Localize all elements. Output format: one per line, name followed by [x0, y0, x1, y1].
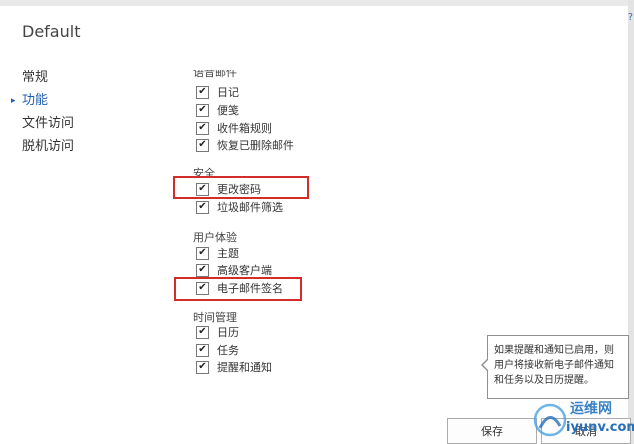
checkbox-row-recover-deleted[interactable]: ✔ 恢复已删除邮件	[196, 137, 294, 153]
checkbox[interactable]: ✔	[196, 325, 209, 339]
help-icon[interactable]: ?	[628, 12, 633, 23]
checkbox[interactable]: ✔	[196, 360, 209, 374]
check-icon: ✔	[198, 361, 207, 372]
checkbox[interactable]: ✔	[196, 85, 209, 99]
checkbox-label: 任务	[217, 344, 239, 357]
check-icon: ✔	[198, 139, 207, 150]
watermark-name: 运维网	[570, 401, 612, 417]
clipped-section-heading: 语音邮件	[193, 70, 237, 78]
checkbox[interactable]: ✔	[196, 246, 209, 260]
check-icon: ✔	[198, 247, 207, 258]
nav-item-general[interactable]: 常规	[22, 68, 74, 91]
checkbox-label: 便笺	[217, 104, 239, 117]
check-icon: ✔	[198, 104, 207, 115]
checkbox-row-tasks[interactable]: ✔ 任务	[196, 342, 239, 358]
tooltip-text: 如果提醒和通知已启用，则用户将接收新电子邮件通知和任务以及日历提醒。	[494, 345, 614, 386]
checkbox-row-premium-client[interactable]: ✔ 高级客户端	[196, 262, 272, 278]
checkbox-label: 收件箱规则	[217, 122, 272, 135]
info-tooltip: 如果提醒和通知已启用，则用户将接收新电子邮件通知和任务以及日历提醒。	[481, 335, 629, 399]
nav-item-label: 脱机访问	[22, 139, 75, 154]
highlight-box	[174, 277, 302, 301]
page-title: Default	[22, 22, 81, 41]
checkbox[interactable]: ✔	[196, 121, 209, 135]
left-nav: 常规 ▸ 功能 文件访问 脱机访问	[11, 68, 74, 160]
checkbox-row-notes[interactable]: ✔ 便笺	[196, 102, 239, 118]
checkbox[interactable]: ✔	[196, 138, 209, 152]
section-title-user-experience: 用户体验	[193, 231, 237, 244]
watermark-domain: iyunv.com	[566, 420, 634, 435]
check-icon: ✔	[198, 86, 207, 97]
save-button[interactable]: 保存	[447, 418, 537, 444]
checkbox[interactable]: ✔	[196, 343, 209, 357]
nav-item-features[interactable]: ▸ 功能	[11, 91, 74, 114]
nav-item-label: 常规	[22, 70, 49, 85]
checkbox-label: 日历	[217, 326, 239, 339]
checkbox-row-inbox-rules[interactable]: ✔ 收件箱规则	[196, 120, 272, 136]
checkbox-row-themes[interactable]: ✔ 主题	[196, 245, 239, 261]
check-icon: ✔	[198, 326, 207, 337]
tooltip-arrow-inner	[483, 359, 489, 371]
nav-item-label: 文件访问	[22, 116, 75, 131]
watermark: 运维网 iyunv.com	[530, 392, 634, 444]
checkbox-row-journal[interactable]: ✔ 日记	[196, 84, 239, 100]
check-icon: ✔	[198, 344, 207, 355]
checkbox-row-reminders[interactable]: ✔ 提醒和通知	[196, 359, 272, 375]
nav-item-file-access[interactable]: 文件访问	[22, 114, 74, 137]
watermark-logo-icon	[533, 403, 567, 437]
nav-item-label: 功能	[22, 93, 49, 108]
checkbox-row-junk-mail[interactable]: ✔ 垃圾邮件筛选	[196, 199, 283, 215]
checkbox[interactable]: ✔	[196, 200, 209, 214]
checkbox[interactable]: ✔	[196, 263, 209, 277]
check-icon: ✔	[198, 264, 207, 275]
checkbox-row-calendar[interactable]: ✔ 日历	[196, 324, 239, 340]
selected-arrow-icon: ▸	[11, 96, 16, 106]
checkbox-label: 高级客户端	[217, 264, 272, 277]
checkbox[interactable]: ✔	[196, 103, 209, 117]
highlight-box	[173, 176, 309, 199]
window-top-edge	[0, 0, 634, 6]
checkbox-label: 垃圾邮件筛选	[217, 201, 283, 214]
nav-item-offline-access[interactable]: 脱机访问	[22, 137, 74, 160]
check-icon: ✔	[198, 122, 207, 133]
checkbox-label: 恢复已删除邮件	[217, 139, 294, 152]
checkbox-label: 提醒和通知	[217, 361, 272, 374]
section-title-time-management: 时间管理	[193, 311, 237, 324]
check-icon: ✔	[198, 201, 207, 212]
checkbox-label: 日记	[217, 86, 239, 99]
checkbox-label: 主题	[217, 247, 239, 260]
